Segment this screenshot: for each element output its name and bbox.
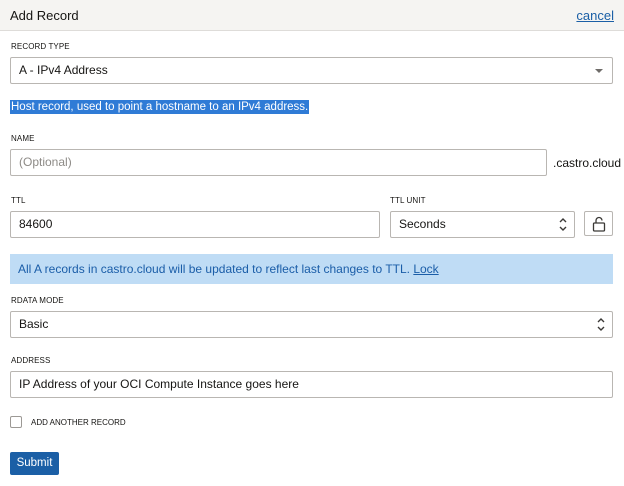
cancel-link[interactable]: cancel <box>576 8 614 23</box>
sort-arrows-icon <box>597 318 605 331</box>
lock-link[interactable]: Lock <box>413 262 438 276</box>
chevron-down-icon <box>595 69 603 73</box>
rdata-mode-label: RDATA MODE <box>11 296 64 305</box>
record-type-select[interactable]: A - IPv4 Address <box>10 57 613 84</box>
sort-arrows-icon <box>559 218 567 231</box>
address-input[interactable]: IP Address of your OCI Compute Instance … <box>10 371 613 398</box>
ttl-unit-select[interactable]: Seconds <box>390 211 575 238</box>
add-another-label: ADD ANOTHER RECORD <box>31 418 126 427</box>
banner-text: All A records in castro.cloud will be up… <box>18 262 414 276</box>
record-type-description: Host record, used to point a hostname to… <box>10 100 310 114</box>
dialog-header: Add Record cancel <box>0 0 624 31</box>
ttl-info-banner: All A records in castro.cloud will be up… <box>10 254 613 284</box>
unlock-icon <box>592 216 606 232</box>
name-placeholder: (Optional) <box>19 155 72 169</box>
dialog-title: Add Record <box>10 8 79 23</box>
rdata-mode-value: Basic <box>19 317 49 331</box>
address-value: IP Address of your OCI Compute Instance … <box>19 377 299 391</box>
ttl-value: 84600 <box>19 217 53 231</box>
record-type-label: RECORD TYPE <box>11 42 70 51</box>
add-another-checkbox[interactable] <box>10 416 22 428</box>
submit-button[interactable]: Submit <box>10 452 59 475</box>
name-label: NAME <box>11 134 35 143</box>
ttl-unit-value: Seconds <box>399 217 446 231</box>
address-label: ADDRESS <box>11 356 51 365</box>
domain-suffix: .castro.cloud <box>553 156 622 170</box>
unlock-button[interactable] <box>584 211 613 236</box>
name-input[interactable]: (Optional) <box>10 149 547 176</box>
ttl-label: TTL <box>11 196 26 205</box>
record-type-value: A - IPv4 Address <box>19 63 108 77</box>
ttl-unit-label: TTL UNIT <box>390 196 426 205</box>
ttl-input[interactable]: 84600 <box>10 211 380 238</box>
rdata-mode-select[interactable]: Basic <box>10 311 613 338</box>
